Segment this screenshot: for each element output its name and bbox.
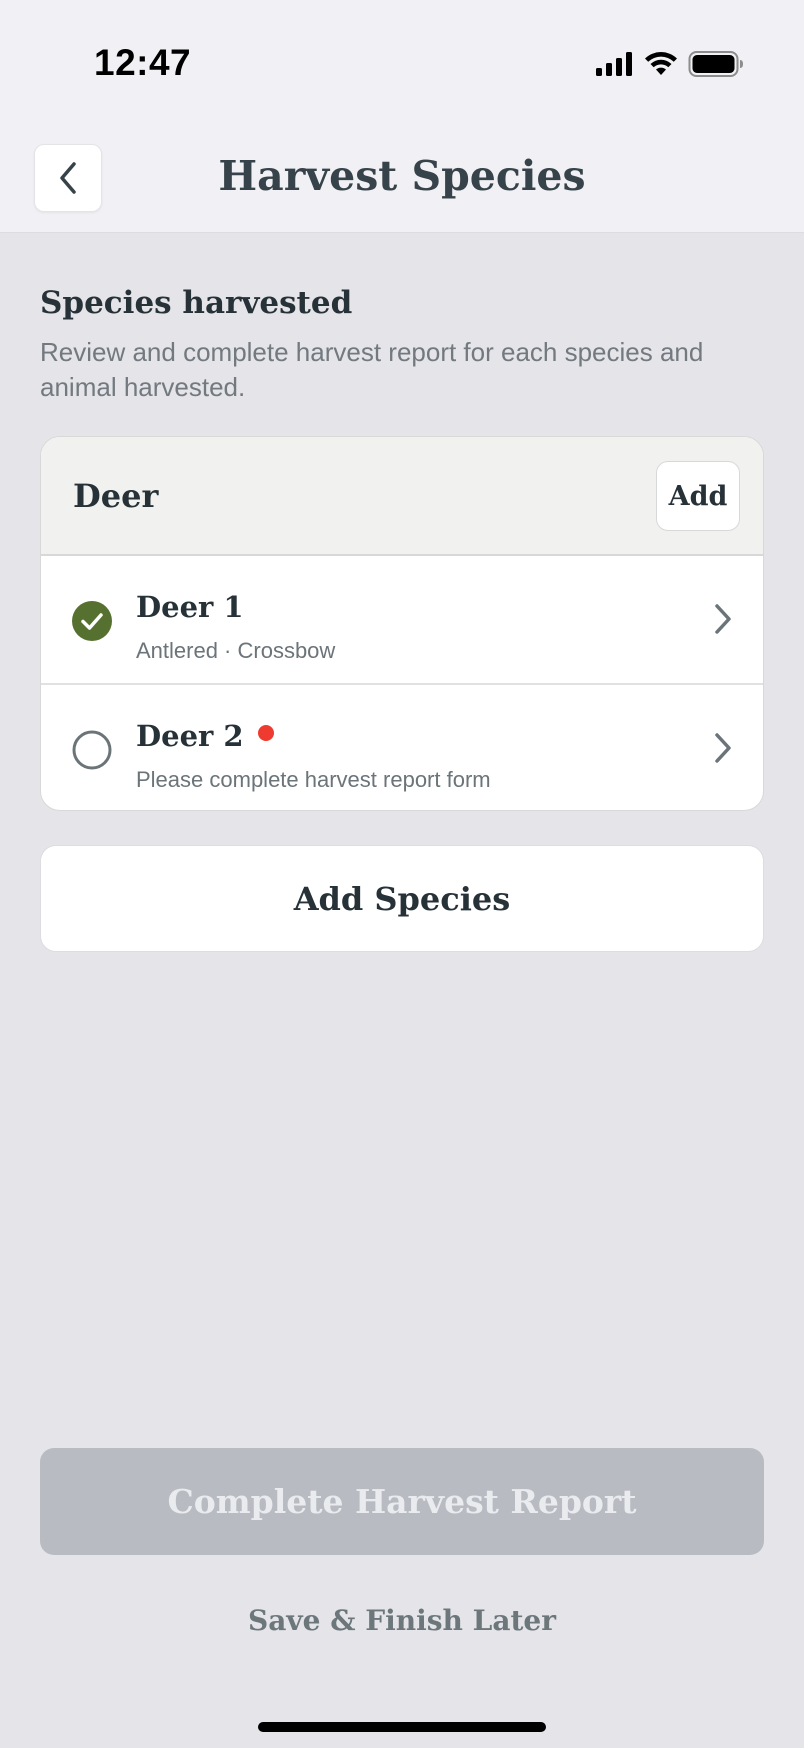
species-card-header: Deer Add — [41, 437, 763, 556]
species-card: Deer Add Deer 1 Antlered · Crossbow Deer… — [40, 436, 764, 811]
list-item-title-text: Deer 2 — [136, 719, 244, 753]
page-title: Harvest Species — [218, 152, 586, 200]
wifi-icon — [645, 52, 677, 75]
section-title: Species harvested — [40, 285, 353, 321]
complete-harvest-report-button[interactable]: Complete Harvest Report — [40, 1448, 764, 1555]
save-finish-later-link[interactable]: Save & Finish Later — [0, 1604, 804, 1637]
chevron-right-icon — [715, 733, 731, 763]
home-indicator — [258, 1722, 546, 1732]
add-animal-button[interactable]: Add — [656, 461, 740, 531]
status-time: 12:47 — [94, 42, 192, 83]
species-card-title: Deer — [73, 477, 159, 515]
list-item-title: Deer 1 — [136, 590, 244, 624]
list-item-subtitle: Antlered · Crossbow — [136, 638, 336, 663]
list-item[interactable]: Deer 1 Antlered · Crossbow — [41, 556, 763, 683]
battery-icon — [688, 51, 743, 77]
alert-dot-icon — [257, 725, 274, 741]
list-item-title: Deer 2 — [136, 719, 274, 753]
add-species-button[interactable]: Add Species — [40, 845, 764, 952]
top-bar: 12:47 Harvest Species — [0, 0, 804, 233]
list-item[interactable]: Deer 2 Please complete harvest report fo… — [41, 683, 763, 810]
empty-circle-icon — [72, 730, 112, 770]
status-icons — [596, 50, 744, 78]
list-item-title-text: Deer 1 — [136, 590, 244, 624]
check-circle-icon — [72, 601, 112, 641]
section-description: Review and complete harvest report for e… — [40, 337, 704, 402]
list-item-subtitle: Please complete harvest report form — [136, 767, 491, 792]
chevron-right-icon — [715, 604, 731, 634]
signal-icon — [596, 52, 632, 76]
